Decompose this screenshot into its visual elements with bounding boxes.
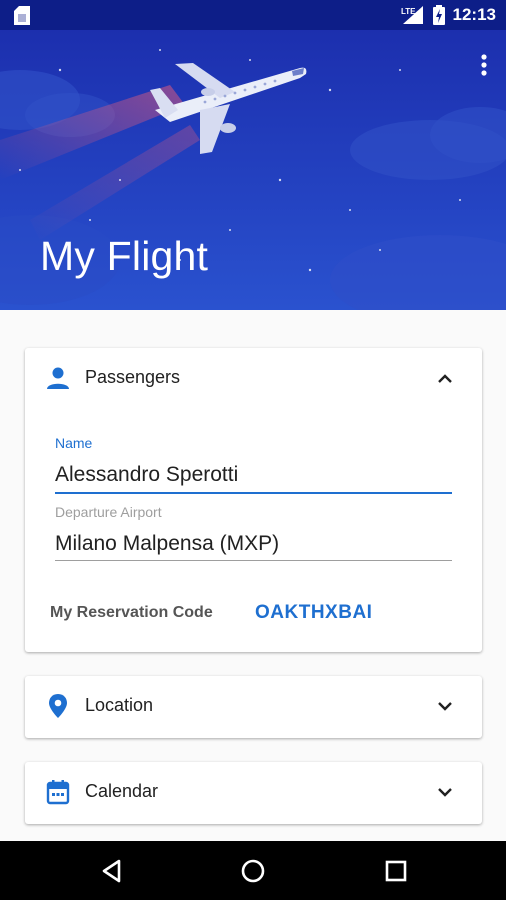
passengers-header[interactable]: Passengers — [25, 348, 482, 410]
sim-card-icon — [14, 6, 30, 25]
name-field[interactable]: Alessandro Sperotti — [55, 463, 238, 487]
calendar-card[interactable]: Calendar — [25, 762, 482, 824]
header-banner: My Flight — [0, 30, 506, 310]
passengers-card: Passengers Name Alessandro Sperotti Depa… — [25, 348, 482, 652]
chevron-down-icon[interactable] — [437, 700, 453, 712]
reservation-code[interactable]: OAKTHXBAI — [255, 602, 372, 624]
location-card[interactable]: Location — [25, 676, 482, 738]
location-title: Location — [85, 695, 154, 715]
clock: 12:13 — [452, 5, 496, 24]
home-icon[interactable] — [238, 856, 268, 886]
status-bar: LTE 12:13 — [0, 0, 506, 30]
recents-icon[interactable] — [381, 856, 411, 886]
chevron-up-icon[interactable] — [437, 372, 453, 384]
signal-icon: LTE — [401, 6, 423, 24]
chevron-down-icon[interactable] — [437, 786, 453, 798]
more-vert-icon[interactable] — [476, 52, 492, 78]
network-label: LTE — [401, 7, 416, 16]
back-icon[interactable] — [97, 856, 127, 886]
reservation-code-label: My Reservation Code — [50, 604, 213, 621]
name-field-label: Name — [55, 435, 93, 451]
name-field-underline — [55, 492, 452, 494]
page-title: My Flight — [40, 233, 209, 279]
airport-field-underline — [55, 560, 452, 561]
airport-field-label: Departure Airport — [55, 504, 162, 520]
calendar-title: Calendar — [85, 781, 159, 801]
calendar-icon — [46, 780, 70, 805]
passengers-title: Passengers — [85, 367, 181, 387]
location-header[interactable]: Location — [25, 676, 482, 738]
navigation-bar — [0, 841, 506, 900]
location-pin-icon — [49, 694, 67, 718]
battery-icon — [432, 5, 445, 25]
person-icon — [47, 367, 69, 389]
airport-field[interactable]: Milano Malpensa (MXP) — [55, 532, 279, 556]
calendar-header[interactable]: Calendar — [25, 762, 482, 824]
